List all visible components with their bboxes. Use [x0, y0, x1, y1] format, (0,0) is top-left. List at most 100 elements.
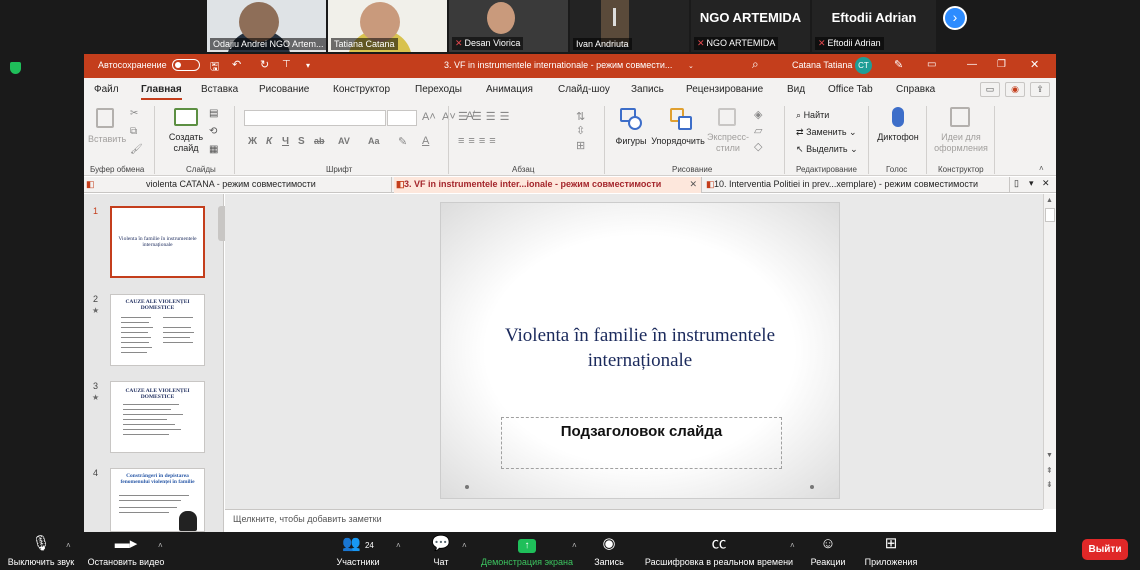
list-icons[interactable]: ☰☰☰☰ — [458, 110, 513, 123]
text-direction-icon[interactable]: ⇅ — [576, 110, 585, 123]
present-icon[interactable]: ⊤ — [282, 59, 291, 70]
close-icon[interactable]: ✕ — [1030, 58, 1039, 71]
slide-thumbnail-panel[interactable]: 1 Violenta în familie în instrumentele i… — [84, 194, 224, 532]
minimize-icon[interactable]: — — [967, 59, 977, 70]
document-title[interactable]: 3. VF in instrumentele internationale - … — [444, 60, 672, 70]
strikethrough-button[interactable]: ab — [314, 136, 325, 146]
share-options-icon[interactable]: ˄ — [572, 541, 577, 550]
smartart-icon[interactable]: ⊞ — [576, 139, 585, 152]
record-button[interactable]: ◉ Запись — [590, 535, 628, 567]
slide-scrollbar[interactable]: ▲ ▼ ⇞ ⇟ — [1043, 194, 1056, 509]
pen-icon[interactable]: ✎ — [894, 58, 903, 71]
align-icons[interactable]: ≡≡≡≡ — [458, 135, 500, 147]
video-options-icon[interactable]: ˄ — [158, 541, 163, 550]
shapes-button[interactable]: Фигуры — [612, 136, 650, 147]
section-icon[interactable]: ▦ — [209, 144, 218, 155]
shape-outline-icon[interactable]: ▱ — [754, 124, 762, 137]
captions-options-icon[interactable]: ˄ — [790, 541, 795, 550]
shape-effects-icon[interactable]: ◇ — [754, 140, 762, 153]
tab-home[interactable]: Главная — [141, 84, 182, 100]
doc-tab[interactable]: ◧ violenta CATANA - режим совместимости — [84, 177, 392, 193]
scroll-up-icon[interactable]: ▲ — [1046, 197, 1053, 204]
scroll-thumb[interactable] — [1045, 208, 1055, 222]
tab-file[interactable]: Файл — [94, 84, 119, 95]
font-color-icon[interactable]: A — [422, 135, 429, 147]
slide-canvas[interactable]: Violenta în familie în instrumentele int… — [225, 194, 1043, 509]
participant-tile[interactable]: Odajiu Andrei NGO Artem... — [207, 0, 326, 52]
spacing-button[interactable]: AV — [338, 136, 350, 146]
tab-slideshow[interactable]: Слайд-шоу — [558, 84, 610, 95]
prev-slide-icon[interactable]: ⇞ — [1046, 466, 1053, 475]
doc-tab[interactable]: ◧ 10. Interventia Politiei in prev...xem… — [704, 177, 1010, 193]
change-case-button[interactable]: Aa — [368, 136, 380, 146]
participant-tile[interactable]: ✕ Desan Viorica — [449, 0, 568, 52]
record-icon[interactable]: ◉ — [1005, 82, 1025, 97]
ribbon-display-icon[interactable]: ▭ — [927, 59, 936, 70]
quick-styles-icon[interactable] — [718, 108, 736, 126]
increase-font-icon[interactable]: A˄ — [422, 111, 436, 123]
participant-tile[interactable]: Eftodii Adrian ✕ Eftodii Adrian — [812, 0, 936, 52]
comments-icon[interactable]: ▭ — [980, 82, 1000, 97]
audio-options-icon[interactable]: ˄ — [66, 541, 71, 550]
slide-thumbnail[interactable]: CAUZE ALE VIOLENȚEI DOMESTICE — [110, 294, 205, 366]
tab-record[interactable]: Запись — [631, 84, 664, 95]
user-avatar[interactable]: CT — [855, 57, 872, 74]
save-icon[interactable]: 🖫 — [210, 58, 219, 77]
participant-tile[interactable]: Tatiana Catana — [328, 0, 447, 52]
find-button[interactable]: ⌕ Найти — [796, 110, 829, 121]
new-tab-icon[interactable]: ▯ — [1014, 178, 1019, 189]
doc-tab-active[interactable]: ◧ 3. VF in instrumentele inter...ionale … — [394, 177, 702, 193]
leave-meeting-button[interactable]: Выйти — [1082, 539, 1128, 560]
slide-title[interactable]: Violenta în familie în instrumentele int… — [461, 323, 819, 373]
undo-icon[interactable]: ↶ — [232, 58, 241, 71]
slide-thumbnail[interactable]: CAUZE ALE VIOLENȚEI DOMESTICE — [110, 381, 205, 453]
next-slide-icon[interactable]: ⇟ — [1046, 480, 1053, 489]
select-button[interactable]: ↖ Выделить ⌄ — [796, 144, 858, 155]
microphone-icon[interactable] — [892, 107, 904, 127]
subtitle-placeholder[interactable]: Подзаголовок слайда — [501, 417, 782, 469]
captions-button[interactable]: ㏄ Расшифровка в реальном времени — [643, 535, 795, 567]
share-screen-button[interactable]: ↑ Демонстрация экрана — [478, 535, 576, 567]
italic-button[interactable]: К — [266, 136, 272, 147]
reactions-button[interactable]: ☺ Реакции — [808, 535, 848, 567]
font-size-field[interactable] — [387, 110, 417, 126]
arrange-button[interactable]: Упорядочить — [650, 136, 706, 147]
redo-icon[interactable]: ↻ — [260, 58, 269, 71]
format-painter-icon[interactable]: 🖌 — [130, 144, 143, 155]
design-ideas-button[interactable]: Идеи для оформления — [932, 132, 990, 154]
chat-options-icon[interactable]: ˄ — [462, 541, 467, 550]
tab-insert[interactable]: Вставка — [201, 84, 238, 95]
dictation-button[interactable]: Диктофон — [874, 132, 922, 143]
font-name-field[interactable] — [244, 110, 386, 126]
close-all-icon[interactable]: ✕ — [1042, 178, 1050, 189]
scroll-down-icon[interactable]: ▼ — [1046, 452, 1053, 459]
search-icon[interactable]: ⌕ — [752, 57, 759, 72]
bold-button[interactable]: Ж — [248, 136, 257, 147]
quick-styles-button[interactable]: Экспресс-стили — [706, 132, 750, 154]
tab-office-tab[interactable]: Office Tab — [828, 84, 873, 95]
layout-icon[interactable]: ▤ — [209, 108, 218, 119]
close-tab-icon[interactable]: ✕ — [689, 177, 697, 192]
tab-help[interactable]: Справка — [896, 84, 935, 95]
collapse-ribbon-icon[interactable]: ˄ — [1039, 164, 1044, 173]
participant-tile[interactable]: NGO ARTEMIDA ✕ NGO ARTEMIDA — [691, 0, 810, 52]
cut-icon[interactable]: ✂ — [130, 108, 138, 119]
user-name[interactable]: Catana Tatiana — [792, 60, 852, 70]
reset-icon[interactable]: ⟲ — [209, 126, 217, 137]
new-slide-button[interactable]: Создать слайд — [164, 132, 208, 154]
tab-design[interactable]: Конструктор — [333, 84, 390, 95]
paste-button[interactable]: Вставить — [88, 134, 126, 145]
shadow-button[interactable]: S — [298, 136, 305, 147]
participants-button[interactable]: 👥 24 Участники — [334, 535, 382, 567]
stop-video-button[interactable]: ▬▸ Остановить видео — [86, 535, 166, 567]
tab-animations[interactable]: Анимация — [486, 84, 533, 95]
chat-button[interactable]: 💬 Чат — [426, 535, 456, 567]
new-slide-icon[interactable] — [174, 108, 198, 126]
tab-draw[interactable]: Рисование — [259, 84, 309, 95]
paste-icon[interactable] — [96, 108, 114, 128]
tab-view[interactable]: Вид — [787, 84, 805, 95]
title-dropdown-icon[interactable]: ⌄ — [688, 62, 694, 70]
mute-button[interactable]: 🎙 Выключить звук — [6, 535, 76, 567]
current-slide[interactable]: Violenta în familie în instrumentele int… — [440, 202, 840, 499]
customize-toolbar-icon[interactable]: ▾ — [306, 61, 310, 70]
